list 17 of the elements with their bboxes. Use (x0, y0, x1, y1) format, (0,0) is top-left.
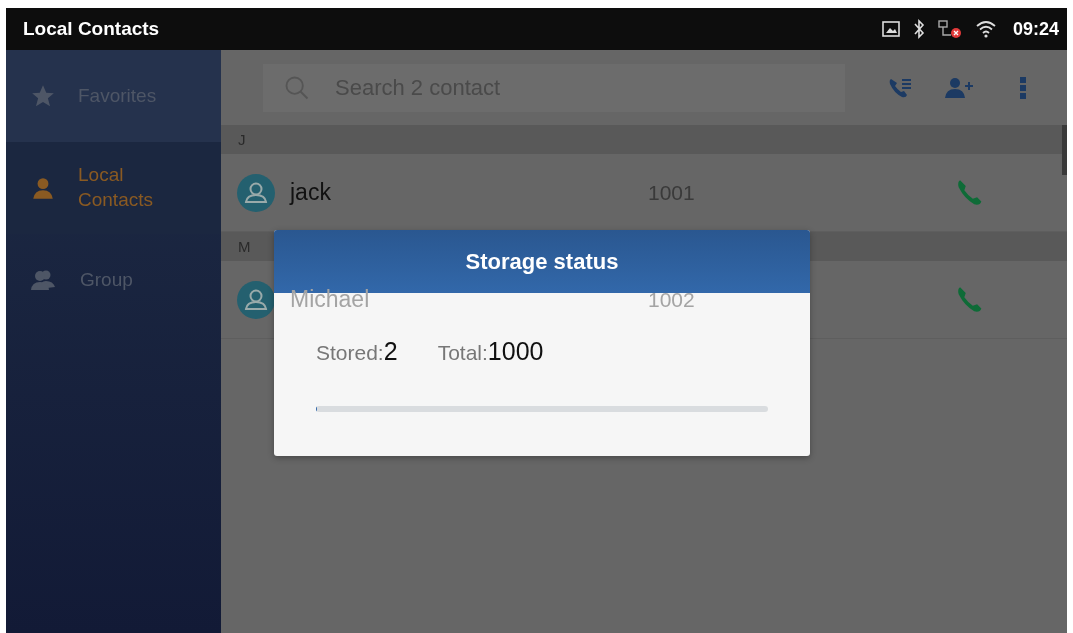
avatar-icon (237, 173, 275, 212)
more-options-icon[interactable] (1019, 74, 1027, 101)
clock-time: 09:24 (1012, 18, 1059, 40)
bluetooth-icon (912, 19, 925, 39)
contact-name: jack (290, 179, 332, 206)
stored-label: Stored: (316, 341, 384, 365)
scrollbar[interactable] (1062, 125, 1067, 175)
star-icon (30, 83, 56, 109)
network-error-icon (936, 19, 963, 39)
stored-count: 2 (383, 337, 398, 366)
app-title: Local Contacts (23, 18, 160, 40)
total-label: Total: (437, 341, 488, 365)
total-count: 1000 (487, 337, 544, 366)
wifi-icon (974, 20, 997, 38)
person-icon (30, 175, 56, 201)
image-icon (880, 20, 901, 38)
avatar-icon (237, 280, 275, 319)
